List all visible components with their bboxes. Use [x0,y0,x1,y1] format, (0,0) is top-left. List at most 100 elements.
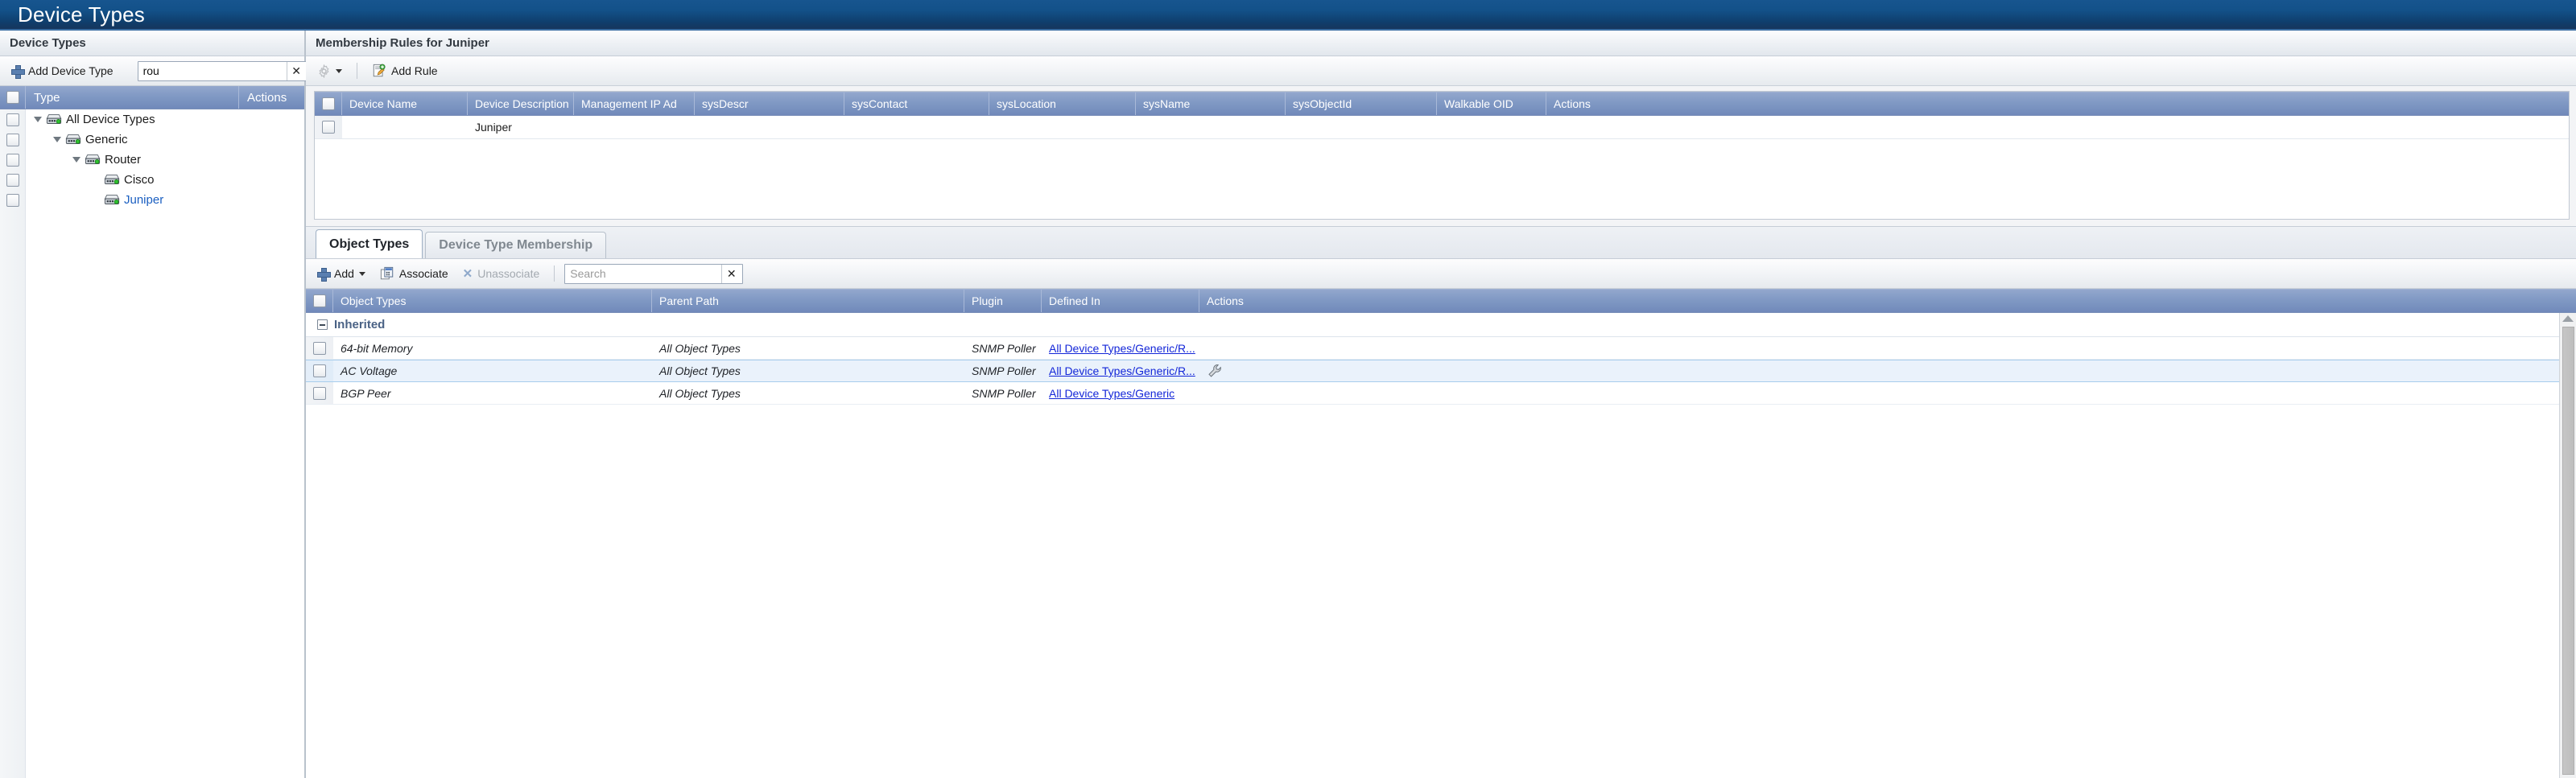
column-header-sysdescr[interactable]: sysDescr [695,93,844,115]
unassociate-button[interactable]: ✕ Unassociate [458,265,545,282]
column-header-object-types[interactable]: Object Types [333,290,652,312]
column-header-actions[interactable]: Actions [1199,290,2576,312]
table-row[interactable]: Juniper [315,116,2569,139]
device-type-search-input[interactable] [138,61,287,80]
gear-icon [319,64,329,78]
add-device-type-button[interactable]: Add Device Type [6,62,118,80]
expand-toggle-icon[interactable] [72,157,80,163]
cell-object-type: 64-bit Memory [341,341,413,355]
device-icon [104,175,120,184]
cell-actions [1199,337,2559,359]
column-header-sysname[interactable]: sysName [1136,93,1286,115]
select-all-checkbox[interactable] [312,294,326,307]
row-checkbox[interactable] [322,121,335,134]
expand-toggle-icon[interactable] [34,117,42,122]
device-types-toolbar: Add Device Type ✕ [0,56,307,86]
row-checkbox[interactable] [6,153,19,167]
row-checkbox[interactable] [6,113,19,126]
tree-item-juniper[interactable]: Juniper [26,190,304,210]
table-row[interactable]: 64-bit Memory All Object Types SNMP Poller… [306,337,2559,360]
collapse-group-icon[interactable] [317,319,328,330]
tree-row-checkbox-cell [0,130,25,150]
device-type-search-clear-button[interactable]: ✕ [286,61,306,80]
object-types-search-input[interactable] [565,264,722,283]
object-types-scrollbar[interactable] [2559,313,2576,778]
tree-checkbox-column [0,109,26,778]
scroll-up-icon[interactable] [2562,315,2574,322]
row-checkbox-cell [306,337,333,359]
add-rule-button[interactable]: Add Rule [367,61,443,80]
cell-defined-in: All Device Types/Generic/R... [1042,360,1199,381]
column-header-plugin[interactable]: Plugin [964,290,1042,312]
row-checkbox[interactable] [313,364,326,377]
column-header-device-description[interactable]: Device Description [468,93,574,115]
rules-settings-button[interactable] [312,62,347,80]
select-all-header-cell [315,93,342,115]
cell-actions [1199,382,2559,404]
add-device-type-label: Add Device Type [28,64,114,77]
plus-icon [11,64,25,79]
column-header-actions[interactable]: Actions [239,86,304,109]
defined-in-link[interactable]: All Device Types/Generic/R... [1049,342,1195,355]
cell-actions [1546,116,2569,138]
row-checkbox[interactable] [313,341,326,355]
object-types-toolbar: Add Associate ✕ Unassociate Search ✕ [306,259,2576,289]
column-header-sysobjectid[interactable]: sysObjectId [1286,93,1437,115]
column-header-management-ip-ad[interactable]: Management IP Ad [574,93,695,115]
column-header-defined-in[interactable]: Defined In [1042,290,1199,312]
cell-parent-path: All Object Types [659,386,741,400]
cell-object-type: AC Voltage [341,364,398,377]
membership-rules-grid: Device Name Device Description Management … [314,91,2570,220]
row-checkbox-cell [306,382,333,404]
row-checkbox[interactable] [313,386,326,400]
defined-in-link[interactable]: All Device Types/Generic/R... [1049,364,1195,377]
add-object-type-button[interactable]: Add [312,265,370,282]
cell-sys-location [989,116,1136,138]
cell-defined-in: All Device Types/Generic [1042,382,1199,404]
select-all-checkbox[interactable] [321,97,335,110]
row-checkbox[interactable] [6,193,19,207]
object-types-rows: Inherited 64-bit Memory All Object Types SN… [306,313,2559,778]
object-types-grid-body: Inherited 64-bit Memory All Object Types SN… [306,313,2576,778]
column-header-parent-path[interactable]: Parent Path [652,290,964,312]
column-header-syscontact[interactable]: sysContact [844,93,989,115]
tab-device-type-membership[interactable]: Device Type Membership [425,232,607,258]
associate-button[interactable]: Associate [375,264,453,283]
window-title-bar: Device Types [0,0,2576,31]
device-icon [65,134,81,144]
column-header-actions[interactable]: Actions [1546,93,2569,115]
defined-in-link[interactable]: All Device Types/Generic [1049,387,1174,400]
tab-label: Device Type Membership [439,238,593,252]
tree-item-router[interactable]: Router [26,150,304,170]
cell-device-description: Juniper [475,121,512,134]
tab-object-types[interactable]: Object Types [316,229,423,258]
column-header-walkable-oid[interactable]: Walkable OID [1437,93,1546,115]
tree-item-all-device-types[interactable]: All Device Types [26,109,304,130]
group-row-inherited[interactable]: Inherited [306,313,2559,337]
expand-toggle-icon[interactable] [53,137,61,142]
table-row[interactable]: BGP Peer All Object Types SNMP Poller All D… [306,382,2559,405]
column-header-syslocation[interactable]: sysLocation [989,93,1136,115]
tree-item-generic[interactable]: Generic [26,130,304,150]
table-row[interactable]: AC Voltage All Object Types SNMP Poller All… [306,360,2559,382]
column-header-device-name[interactable]: Device Name [342,93,468,115]
scrollbar-thumb[interactable] [2562,327,2574,775]
object-types-search-clear-button[interactable]: ✕ [721,264,741,283]
membership-rules-toolbar: Add Rule [306,56,2576,86]
workspace: Device Types Add Device Type ✕ Type Acti… [0,31,2576,778]
tree-row-checkbox-cell [0,170,25,190]
cell-sys-contact [844,116,989,138]
x-icon: ✕ [462,266,473,281]
membership-rules-title: Membership Rules for Juniper [316,36,489,50]
tree-item-cisco[interactable]: Cisco [26,170,304,190]
cell-parent-path: All Object Types [659,341,741,355]
add-rule-label: Add Rule [391,64,438,77]
column-header-type[interactable]: Type [26,86,239,109]
row-checkbox[interactable] [6,133,19,146]
object-types-grid-header: Object Types Parent Path Plugin Defined In A… [306,289,2576,313]
wrench-icon[interactable] [1207,363,1223,379]
row-checkbox[interactable] [6,173,19,187]
device-types-panel-header: Device Types [0,31,304,56]
select-all-checkbox[interactable] [6,91,19,104]
cell-parent-path: All Object Types [659,364,741,377]
